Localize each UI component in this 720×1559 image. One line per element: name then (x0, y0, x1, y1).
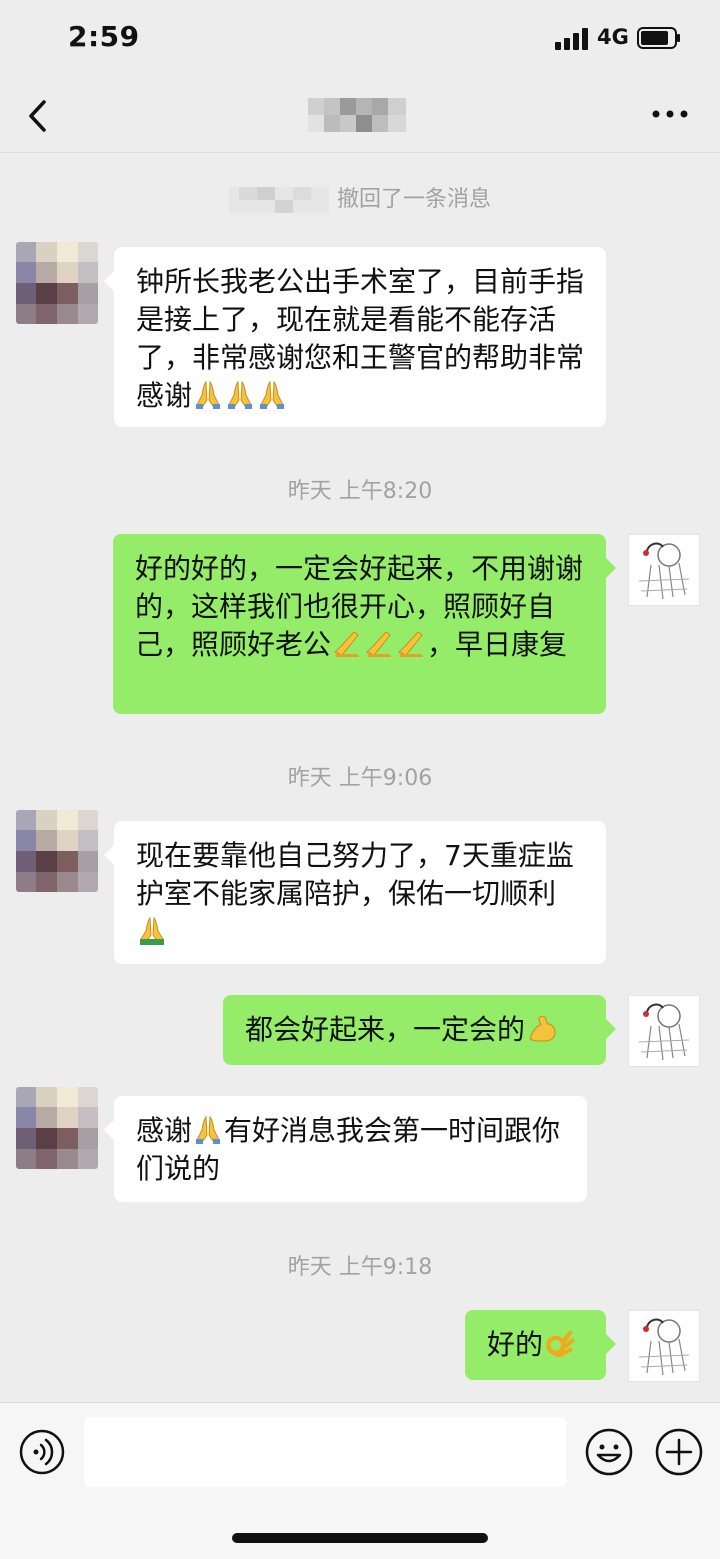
message-input[interactable] (84, 1417, 566, 1487)
more-icon[interactable] (648, 100, 692, 128)
pray-emoji (139, 917, 165, 945)
message-bubble-incoming[interactable]: 感谢 有好消息我会第一时间跟你们说的 (104, 1096, 587, 1202)
message-text: 都会好起来，一定会的 (245, 1013, 526, 1046)
back-icon[interactable] (20, 94, 60, 138)
timestamp: 昨天 上午9:18 (287, 1255, 433, 1280)
message-text: 现在要靠他自己努力了，7天重症监护室不能家属陪护，保佑一切顺利 (136, 839, 574, 910)
network-type: 4G (597, 25, 629, 49)
flex-emoji (529, 1015, 556, 1042)
message-bubble-outgoing[interactable]: 都会好起来，一定会的 (223, 995, 616, 1065)
pray-emoji (227, 381, 253, 409)
message-bubble-incoming[interactable]: 钟所长我老公出手术室了，目前手指是接上了，现在就是看能不能存活了，非常感谢您和王… (104, 247, 606, 427)
recalled-sender-blurred (228, 187, 329, 213)
my-avatar[interactable] (628, 1310, 700, 1382)
recall-notice: 撤回了一条消息 (0, 181, 720, 213)
battery-icon (637, 27, 680, 49)
ok-hand-emoji (544, 1326, 576, 1358)
message-bubble-incoming[interactable]: 现在要靠他自己努力了，7天重症监护室不能家属陪护，保佑一切顺利 (104, 821, 606, 964)
status-bar: 2:59 4G (0, 0, 720, 80)
avatar[interactable] (16, 810, 98, 892)
contact-name-blurred (308, 98, 406, 132)
emoji-icon[interactable] (584, 1427, 634, 1477)
pray-emoji (259, 381, 285, 409)
message-bubble-outgoing[interactable]: 好的好的，一定会好起来，不用谢谢的，这样我们也很开心，照顾好自己，照顾好老公 ，早… (113, 534, 616, 714)
message-text: 好的 (487, 1328, 544, 1361)
pray-emoji (366, 631, 392, 658)
avatar[interactable] (16, 1087, 98, 1169)
voice-icon[interactable] (18, 1428, 66, 1476)
recall-text: 撤回了一条消息 (336, 187, 491, 212)
timestamp: 昨天 上午9:06 (287, 766, 433, 791)
status-time: 2:59 (68, 20, 140, 53)
pray-emoji (195, 1116, 221, 1144)
my-avatar[interactable] (628, 995, 700, 1067)
home-indicator[interactable] (232, 1533, 488, 1543)
pray-emoji (398, 631, 424, 658)
message-text: ，早日康复 (427, 628, 568, 661)
avatar[interactable] (16, 242, 98, 324)
chat-header (0, 80, 720, 153)
my-avatar[interactable] (628, 534, 700, 606)
message-text: 感谢 (136, 1114, 193, 1147)
plus-icon[interactable] (654, 1427, 704, 1477)
message-bubble-outgoing[interactable]: 好的 (465, 1310, 616, 1380)
pray-emoji (195, 381, 221, 409)
message-list[interactable]: 撤回了一条消息 钟所长我老公出手术室了，目前手指是接上了，现在就是看能不能存活了… (0, 153, 720, 1401)
pray-emoji (334, 631, 360, 658)
timestamp: 昨天 上午8:20 (287, 479, 433, 504)
signal-icon (555, 28, 588, 50)
